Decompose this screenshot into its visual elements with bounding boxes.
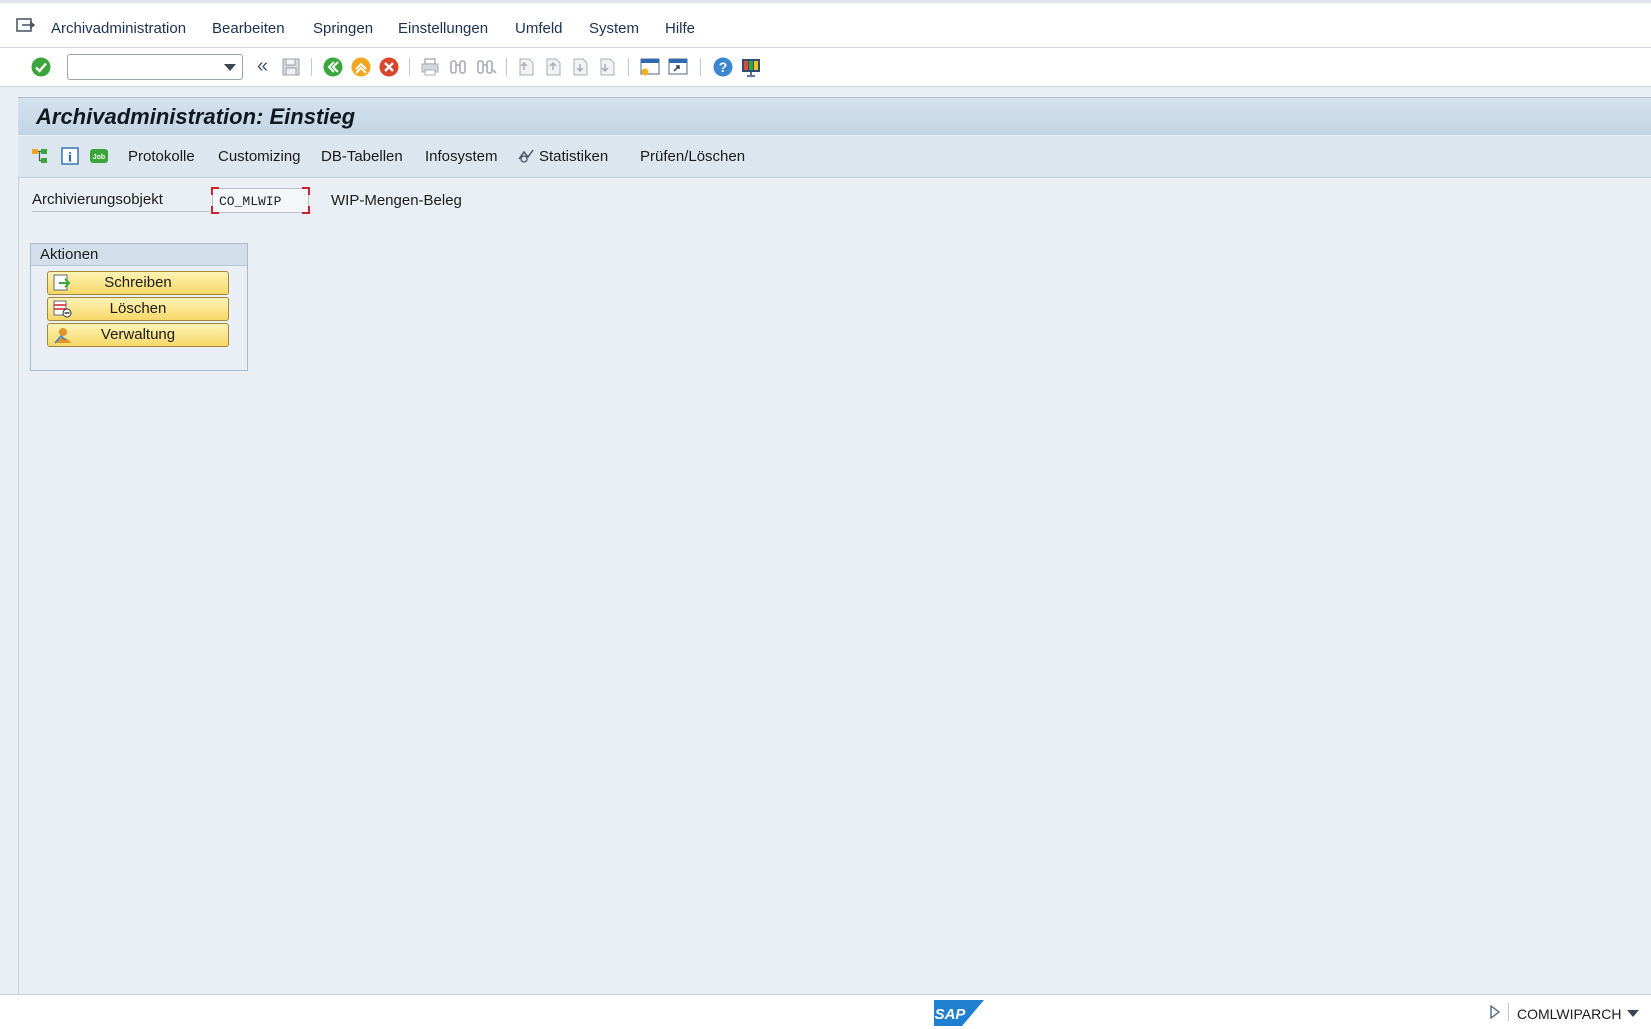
back-double-icon[interactable]: « [257,55,268,78]
shortcut-icon[interactable] [667,56,689,78]
hierarchy-icon[interactable] [30,146,50,166]
loeschen-button[interactable]: Löschen [47,297,229,321]
db-tabellen-button[interactable]: DB-Tabellen [321,148,403,165]
page-title: Archivadministration: Einstieg [36,104,356,129]
exit-icon[interactable] [350,56,372,78]
create-session-icon[interactable] [639,56,661,78]
print-icon[interactable] [419,56,441,78]
aktionen-header: Aktionen [31,244,247,266]
first-page-icon[interactable] [515,56,537,78]
content-area [18,178,1651,994]
statistics-icon[interactable] [516,146,536,166]
previous-page-icon[interactable] [542,56,564,78]
verwaltung-label: Verwaltung [100,326,176,343]
svg-text:Job: Job [93,154,105,161]
write-icon [53,274,71,291]
infosystem-button[interactable]: Infosystem [425,148,498,165]
job-icon[interactable]: Job [89,146,109,166]
application-toolbar: i Job Protokolle Customizing DB-Tabellen… [18,136,1651,178]
delete-icon [53,300,72,318]
statistiken-button[interactable]: Statistiken [539,148,608,165]
command-field[interactable] [67,54,243,80]
loeschen-label: Löschen [109,300,167,317]
save-icon[interactable] [280,56,302,78]
archivierungsobjekt-input[interactable] [217,190,309,213]
schreiben-button[interactable]: Schreiben [47,271,229,295]
customize-layout-icon[interactable] [740,56,762,78]
last-page-icon[interactable] [596,56,618,78]
command-input[interactable] [72,56,216,80]
management-icon [54,328,71,344]
find-next-icon[interactable] [475,56,497,78]
menu-springen[interactable]: Springen [313,20,373,37]
archivierungsobjekt-field[interactable] [211,187,310,214]
menu-hilfe[interactable]: Hilfe [665,20,695,37]
title-bar: Archivadministration: Einstieg [18,97,1651,135]
archivierungsobjekt-description: WIP-Mengen-Beleg [331,192,462,209]
info-icon[interactable]: i [60,146,80,166]
schreiben-label: Schreiben [104,274,172,291]
menu-system[interactable]: System [589,20,639,37]
chevron-down-icon[interactable] [1627,1010,1639,1017]
standard-toolbar: « ? [0,48,1651,87]
protokolle-button[interactable]: Protokolle [128,148,195,165]
sap-logo: SAP [934,1000,984,1026]
archivierungsobjekt-label: Archivierungsobjekt [32,191,210,212]
aktionen-group: Aktionen Schreiben Löschen Verwaltung [30,243,248,371]
menu-bar: Archivadministration Bearbeiten Springen… [0,0,1651,48]
chevron-down-icon[interactable] [224,64,236,71]
svg-text:?: ? [719,59,728,75]
menu-einstellungen[interactable]: Einstellungen [398,20,488,37]
status-bar: SAP COMLWIPARCH [0,994,1651,1029]
customizing-button[interactable]: Customizing [218,148,301,165]
pruefen-loeschen-button[interactable]: Prüfen/Löschen [640,148,745,165]
menu-icon[interactable] [16,17,36,35]
menu-umfeld[interactable]: Umfeld [515,20,563,37]
help-icon[interactable]: ? [712,56,734,78]
system-info[interactable]: COMLWIPARCH [1517,1006,1621,1022]
back-icon[interactable] [322,56,344,78]
menu-archivadministration[interactable]: Archivadministration [51,20,186,37]
play-icon[interactable] [1490,1005,1500,1019]
svg-text:i: i [68,151,72,166]
menu-bearbeiten[interactable]: Bearbeiten [212,20,285,37]
svg-text:SAP: SAP [935,1006,967,1023]
enter-icon[interactable] [30,56,52,78]
next-page-icon[interactable] [569,56,591,78]
find-icon[interactable] [447,56,469,78]
cancel-icon[interactable] [378,56,400,78]
verwaltung-button[interactable]: Verwaltung [47,323,229,347]
